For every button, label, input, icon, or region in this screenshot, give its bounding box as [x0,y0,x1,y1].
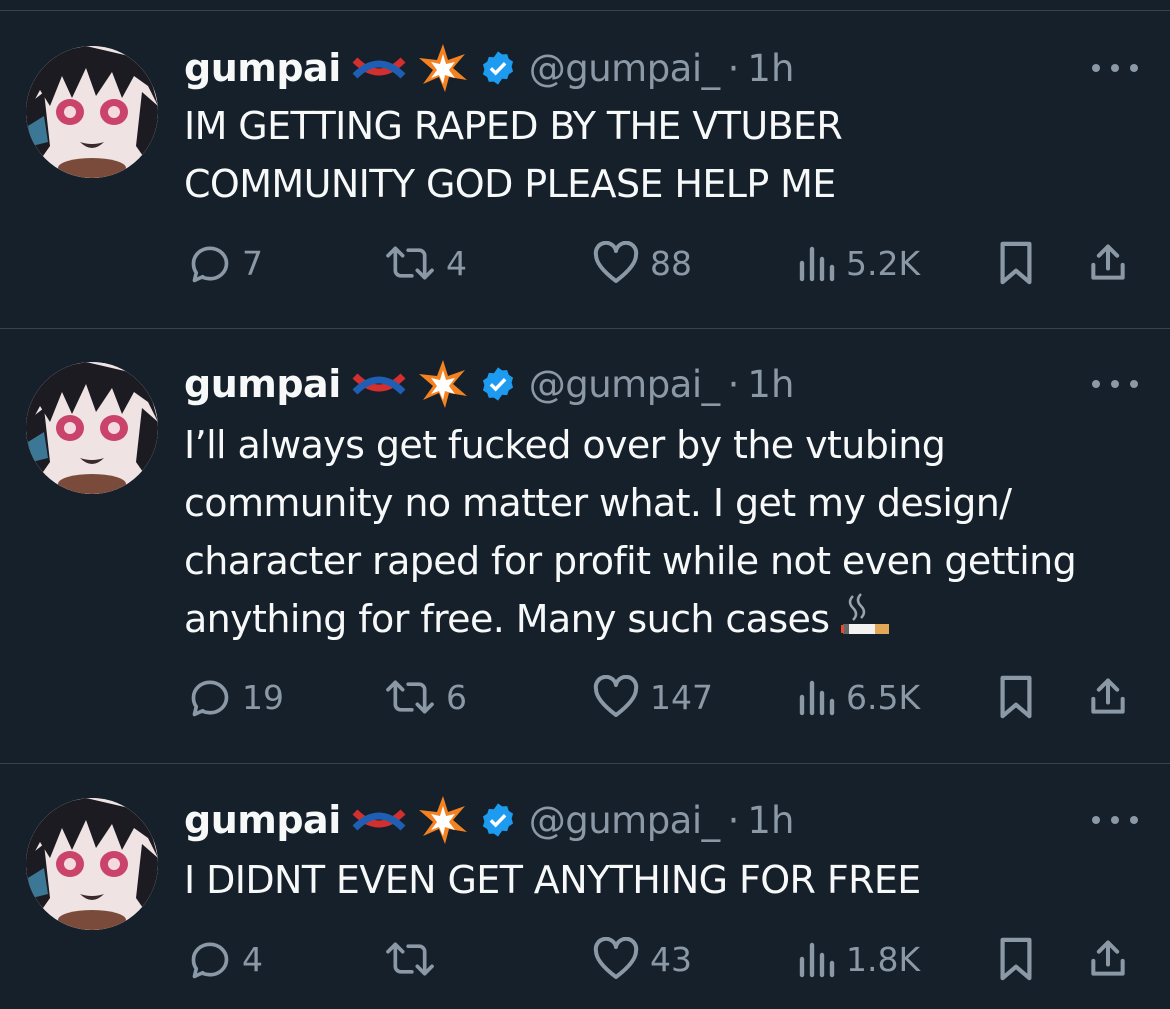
avatar[interactable] [26,46,158,178]
retweet-button[interactable]: 6 [384,669,467,725]
tweet-text: I’ll always get fucked over by the vtubi… [184,416,1149,654]
tweet-actions: 7 4 88 5.2K [184,235,1144,291]
reply-icon [188,675,232,719]
views-button[interactable]: 1.8K [796,931,920,987]
share-button[interactable] [1086,931,1130,987]
view-count: 1.8K [846,939,921,979]
share-icon [1086,675,1130,719]
cigarette-emoji [841,592,893,654]
heart-icon [592,937,640,981]
knot-emoji [351,50,407,86]
timestamp[interactable]: 1h [747,363,794,406]
retweet-button[interactable]: 4 [384,235,467,291]
tweet-divider [0,328,1170,329]
like-count: 43 [650,939,692,979]
like-count: 147 [650,677,713,717]
heart-icon [592,675,640,719]
retweet-count: 6 [446,677,467,717]
reply-button[interactable]: 19 [188,669,284,725]
avatar[interactable] [26,362,158,494]
like-button[interactable]: 88 [592,235,692,291]
retweet-icon [384,241,436,285]
verified-badge-icon [479,365,517,403]
heart-icon [592,241,640,285]
share-button[interactable] [1086,669,1130,725]
tweet-divider [0,763,1170,764]
bookmark-button[interactable] [996,931,1036,987]
retweet-count: 4 [446,243,467,283]
timestamp[interactable]: 1h [747,799,794,842]
knot-emoji [351,802,407,838]
reply-icon [188,937,232,981]
reply-button[interactable]: 7 [188,235,263,291]
bookmark-icon [996,936,1036,982]
timestamp[interactable]: 1h [747,47,794,90]
collision-emoji [417,794,469,846]
share-icon [1086,937,1130,981]
like-button[interactable]: 43 [592,931,692,987]
reply-count: 4 [242,939,263,979]
knot-emoji [351,366,407,402]
tweet-actions: 4 43 1.8K [184,931,1144,987]
avatar[interactable] [26,798,158,930]
handle[interactable]: @gumpai_ [529,363,720,406]
retweet-icon [384,675,436,719]
separator-dot: · [727,362,740,406]
like-count: 88 [650,243,692,283]
display-name[interactable]: gumpai [184,362,341,406]
bookmark-button[interactable] [996,235,1036,291]
handle[interactable]: @gumpai_ [529,799,720,842]
view-count: 6.5K [846,677,921,717]
separator-dot: · [727,798,740,842]
verified-badge-icon [479,801,517,839]
views-button[interactable]: 6.5K [796,669,920,725]
retweet-icon [384,937,436,981]
bookmark-icon [996,240,1036,286]
retweet-button[interactable] [384,931,446,987]
collision-emoji [417,358,469,410]
top-divider [0,10,1170,11]
view-count: 5.2K [846,243,921,283]
display-name[interactable]: gumpai [184,46,341,90]
display-name[interactable]: gumpai [184,798,341,842]
tweet-header: gumpai @gumpai_ · 1h [184,358,794,410]
share-icon [1086,241,1130,285]
like-button[interactable]: 147 [592,669,713,725]
reply-icon [188,241,232,285]
share-button[interactable] [1086,235,1130,291]
collision-emoji [417,42,469,94]
views-icon [796,243,836,283]
bookmark-icon [996,674,1036,720]
more-icon[interactable] [1092,58,1138,78]
more-icon[interactable] [1092,810,1138,830]
reply-count: 7 [242,243,263,283]
tweet-text: IM GETTING RAPED BY THE VTUBER COMMUNITY… [184,104,854,206]
handle[interactable]: @gumpai_ [529,47,720,90]
tweet-header: gumpai @gumpai_ · 1h [184,42,794,94]
more-icon[interactable] [1092,374,1138,394]
verified-badge-icon [479,49,517,87]
tweet-text-content: I’ll always get fucked over by the vtubi… [184,423,1088,641]
views-button[interactable]: 5.2K [796,235,920,291]
reply-count: 19 [242,677,284,717]
bookmark-button[interactable] [996,669,1036,725]
tweet-actions: 19 6 147 6.5K [184,669,1144,725]
reply-button[interactable]: 4 [188,931,263,987]
tweet-text: I DIDNT EVEN GET ANYTHING FOR FREE [184,858,921,902]
views-icon [796,677,836,717]
separator-dot: · [727,46,740,90]
tweet-header: gumpai @gumpai_ · 1h [184,794,794,846]
views-icon [796,939,836,979]
